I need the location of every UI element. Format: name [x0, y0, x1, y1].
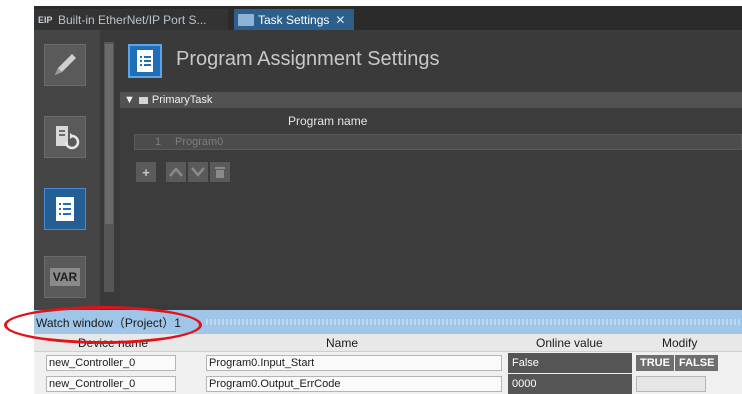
- tab-ethernet-port[interactable]: EIP Built-in EtherNet/IP Port S...: [34, 9, 228, 30]
- program-name[interactable]: Program0: [175, 136, 223, 148]
- column-name[interactable]: Name: [326, 336, 358, 350]
- pencil-icon: [55, 54, 76, 75]
- variable-name-cell[interactable]: Program0.Input_Start: [206, 355, 502, 371]
- program-assignment-button[interactable]: [44, 188, 86, 230]
- move-down-button[interactable]: [188, 162, 208, 182]
- title-bar-grip: [206, 319, 742, 325]
- list-document-icon: [56, 197, 74, 221]
- page-title: Program Assignment Settings: [176, 48, 440, 70]
- delete-button[interactable]: [210, 162, 230, 182]
- annotation-highlight-ellipse: [4, 306, 202, 344]
- row-number: 1: [155, 136, 162, 148]
- device-name-cell[interactable]: new_Controller_0: [46, 355, 176, 371]
- variable-name-cell[interactable]: Program0.Output_ErrCode: [206, 376, 502, 392]
- set-true-button[interactable]: TRUE: [636, 355, 674, 371]
- editor-icon-rail: VAR: [34, 30, 100, 310]
- set-false-button[interactable]: FALSE: [674, 355, 719, 371]
- trash-icon: [215, 167, 225, 178]
- watch-row[interactable]: new_Controller_0 Program0.Input_Start Fa…: [34, 353, 742, 373]
- tab-label: Task Settings: [258, 12, 330, 27]
- close-icon[interactable]: ✕: [335, 13, 345, 27]
- variables-button[interactable]: VAR: [44, 256, 86, 298]
- column-modify[interactable]: Modify: [662, 336, 697, 350]
- program-row[interactable]: 1 Program0: [134, 134, 742, 150]
- rail-scrollbar[interactable]: [104, 42, 114, 292]
- document-refresh-icon: [56, 126, 80, 150]
- online-value-cell: False: [508, 353, 632, 373]
- program-column-header: Program name: [288, 114, 368, 128]
- task-settings-icon: [238, 13, 254, 26]
- modify-cell: TRUE FALSE: [636, 355, 732, 371]
- watch-row[interactable]: new_Controller_0 Program0.Output_ErrCode…: [34, 374, 742, 394]
- variables-icon: VAR: [49, 268, 81, 286]
- folder-icon: [138, 96, 148, 104]
- scrollbar-thumb[interactable]: [105, 44, 113, 224]
- task-group-header[interactable]: ▼ PrimaryTask: [120, 92, 742, 108]
- page-header: Program Assignment Settings: [124, 30, 742, 90]
- tab-strip: EIP Built-in EtherNet/IP Port S... Task …: [34, 6, 742, 30]
- tab-task-settings[interactable]: Task Settings ✕: [234, 9, 354, 30]
- online-value-cell: 0000: [508, 374, 632, 394]
- tab-label: Built-in EtherNet/IP Port S...: [58, 12, 207, 27]
- column-online-value[interactable]: Online value: [536, 336, 603, 350]
- device-name-cell[interactable]: new_Controller_0: [46, 376, 176, 392]
- chevron-up-icon: [169, 167, 183, 177]
- modify-value-input[interactable]: [636, 376, 706, 392]
- pencil-edit-button[interactable]: [44, 44, 86, 86]
- chevron-down-icon: [191, 167, 205, 177]
- modify-cell: [636, 376, 732, 392]
- program-toolbar: +: [136, 162, 230, 182]
- refresh-document-button[interactable]: [44, 116, 86, 158]
- task-name: PrimaryTask: [151, 94, 213, 106]
- add-button[interactable]: +: [136, 162, 156, 182]
- list-document-icon: [128, 44, 162, 78]
- move-up-button[interactable]: [166, 162, 186, 182]
- network-port-icon: EIP: [38, 14, 53, 25]
- collapse-triangle-icon[interactable]: ▼: [124, 94, 135, 106]
- task-panel: ▼ PrimaryTask Program name 1 Program0 +: [120, 92, 742, 306]
